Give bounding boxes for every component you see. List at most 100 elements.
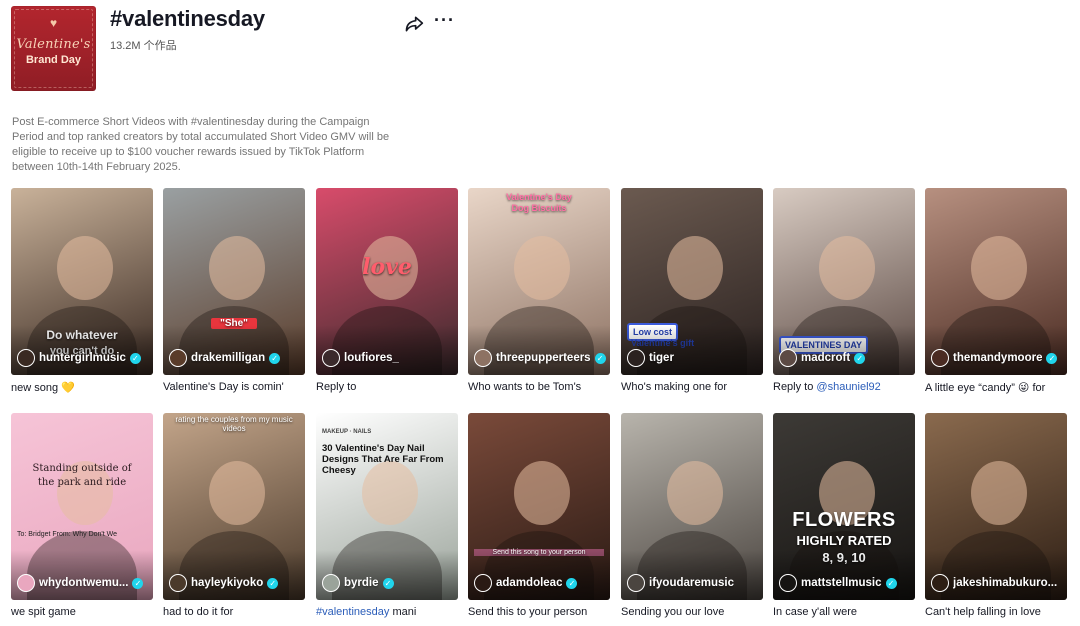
- creator-name[interactable]: tiger: [649, 352, 674, 364]
- creator-info[interactable]: huntergirlmusic ✓: [17, 349, 149, 367]
- video-thumbnail[interactable]: FLOWERSHIGHLY RATED8, 9, 10mattstellmusi…: [773, 413, 915, 600]
- creator-avatar[interactable]: [627, 574, 645, 592]
- share-icon[interactable]: [404, 14, 424, 34]
- video-caption[interactable]: Who wants to be Tom's: [468, 381, 610, 393]
- video-thumbnail[interactable]: jakeshimabukuro...: [925, 413, 1067, 600]
- creator-name[interactable]: whydontwemu...: [39, 577, 128, 589]
- video-thumbnail[interactable]: Standing outside of the park and ride To: …: [11, 413, 153, 600]
- creator-name[interactable]: drakemilligan: [191, 352, 265, 364]
- video-card[interactable]: Standing outside of the park and ride To: …: [11, 413, 153, 618]
- more-options-icon[interactable]: ···: [434, 10, 455, 31]
- video-caption[interactable]: Valentine's Day is comin': [163, 381, 305, 393]
- creator-name[interactable]: threepupperteers: [496, 352, 591, 364]
- video-caption[interactable]: Can't help falling in love: [925, 606, 1067, 618]
- person-figure: [819, 236, 875, 300]
- verified-badge-icon: ✓: [129, 352, 141, 364]
- creator-name[interactable]: jakeshimabukuro...: [953, 577, 1057, 589]
- creator-info[interactable]: themandymoore ✓: [931, 349, 1063, 367]
- video-caption[interactable]: #valentinesday mani: [316, 606, 458, 618]
- video-thumbnail[interactable]: love loufiores_: [316, 188, 458, 375]
- video-thumbnail[interactable]: Low costValentine's gifttiger: [621, 188, 763, 375]
- creator-avatar[interactable]: [322, 574, 340, 592]
- video-thumbnail[interactable]: 30 Valentine's Day Nail Designs That Are…: [316, 413, 458, 600]
- video-card[interactable]: rating the couples from my music videos h…: [163, 413, 305, 618]
- creator-avatar[interactable]: [931, 574, 949, 592]
- video-card[interactable]: love loufiores_ Reply to: [316, 188, 458, 393]
- video-card[interactable]: ifyoudaremusic Sending you our love: [621, 413, 763, 618]
- page-title: #valentinesday: [110, 6, 265, 31]
- creator-avatar[interactable]: [169, 349, 187, 367]
- video-thumbnail[interactable]: "She" drakemilligan ✓: [163, 188, 305, 375]
- verified-badge-icon: ✓: [382, 577, 394, 589]
- video-caption[interactable]: had to do it for: [163, 606, 305, 618]
- creator-name[interactable]: loufiores_: [344, 352, 399, 364]
- video-thumbnail[interactable]: rating the couples from my music videos h…: [163, 413, 305, 600]
- creator-info[interactable]: ifyoudaremusic: [627, 574, 759, 592]
- caption-mention-link[interactable]: @shauniel92: [813, 381, 880, 393]
- creator-name[interactable]: madcroft: [801, 352, 850, 364]
- hashtag-description: Post E-commerce Short Videos with #valen…: [12, 116, 390, 173]
- heart-icon: ♥: [49, 16, 58, 30]
- video-card[interactable]: jakeshimabukuro... Can't help falling in …: [925, 413, 1067, 618]
- creator-info[interactable]: hayleykiyoko ✓: [169, 574, 301, 592]
- video-card[interactable]: Low costValentine's gifttiger Who's makin…: [621, 188, 763, 393]
- video-caption[interactable]: Sending you our love: [621, 606, 763, 618]
- creator-avatar[interactable]: [17, 574, 35, 592]
- video-card[interactable]: Valentine's Day Dog Biscuits threepupperte…: [468, 188, 610, 393]
- creator-avatar[interactable]: [779, 574, 797, 592]
- creator-name[interactable]: huntergirlmusic: [39, 352, 126, 364]
- creator-info[interactable]: drakemilligan ✓: [169, 349, 301, 367]
- video-overlay-text: rating the couples from my music videos: [175, 415, 293, 433]
- creator-info[interactable]: whydontwemu... ✓: [17, 574, 149, 592]
- video-caption[interactable]: A little eye “candy” 😜 for: [925, 381, 1067, 394]
- creator-avatar[interactable]: [17, 349, 35, 367]
- video-card[interactable]: themandymoore ✓ A little eye “candy” 😜 for: [925, 188, 1067, 394]
- creator-name[interactable]: mattstellmusic: [801, 577, 882, 589]
- video-caption[interactable]: we spit game: [11, 606, 153, 618]
- video-card[interactable]: 30 Valentine's Day Nail Designs That Are…: [316, 413, 458, 618]
- creator-info[interactable]: madcroft ✓: [779, 349, 911, 367]
- video-thumbnail[interactable]: themandymoore ✓: [925, 188, 1067, 375]
- creator-avatar[interactable]: [931, 349, 949, 367]
- video-card[interactable]: "She" drakemilligan ✓ Valentine's Day is co…: [163, 188, 305, 393]
- video-card[interactable]: VALENTINES DAYmadcroft✓ Reply to @shaunie…: [773, 188, 915, 393]
- creator-avatar[interactable]: [474, 349, 492, 367]
- creator-avatar[interactable]: [779, 349, 797, 367]
- creator-name[interactable]: adamdoleac: [496, 577, 562, 589]
- video-card[interactable]: Do whateveryou can't dohuntergirlmusic✓ n…: [11, 188, 153, 394]
- video-caption[interactable]: new song 💛: [11, 381, 153, 394]
- video-overlay-text: Valentine's Day: [506, 192, 572, 202]
- video-overlay-text: HIGHLY RATED: [796, 533, 892, 548]
- creator-info[interactable]: loufiores_: [322, 349, 454, 367]
- creator-name[interactable]: byrdie: [344, 577, 379, 589]
- video-overlay-text: the park and ride: [37, 477, 127, 488]
- video-card[interactable]: FLOWERSHIGHLY RATED8, 9, 10mattstellmusi…: [773, 413, 915, 618]
- video-thumbnail[interactable]: Send this song to your personadamdoleac✓: [468, 413, 610, 600]
- creator-info[interactable]: tiger: [627, 349, 759, 367]
- creator-info[interactable]: adamdoleac ✓: [474, 574, 606, 592]
- creator-avatar[interactable]: [627, 349, 645, 367]
- creator-avatar[interactable]: [474, 574, 492, 592]
- creator-avatar[interactable]: [169, 574, 187, 592]
- creator-name[interactable]: ifyoudaremusic: [649, 577, 734, 589]
- video-thumbnail[interactable]: VALENTINES DAYmadcroft✓: [773, 188, 915, 375]
- creator-info[interactable]: byrdie ✓: [322, 574, 454, 592]
- creator-name[interactable]: hayleykiyoko: [191, 577, 263, 589]
- creator-info[interactable]: mattstellmusic ✓: [779, 574, 911, 592]
- caption-hashtag-link[interactable]: #valentinesday: [316, 606, 389, 618]
- creator-info[interactable]: jakeshimabukuro...: [931, 574, 1063, 592]
- person-figure: [514, 236, 570, 300]
- video-thumbnail[interactable]: Valentine's Day Dog Biscuits threepupperte…: [468, 188, 610, 375]
- video-caption[interactable]: Reply to: [316, 381, 458, 393]
- video-thumbnail[interactable]: Do whateveryou can't dohuntergirlmusic✓: [11, 188, 153, 375]
- video-card[interactable]: Send this song to your personadamdoleac✓…: [468, 413, 610, 618]
- video-caption[interactable]: In case y'all were: [773, 606, 915, 618]
- video-thumbnail[interactable]: ifyoudaremusic: [621, 413, 763, 600]
- video-caption[interactable]: Who's making one for: [621, 381, 763, 393]
- creator-info[interactable]: threepupperteers ✓: [474, 349, 606, 367]
- video-caption[interactable]: Send this to your person: [468, 606, 610, 618]
- creator-name[interactable]: themandymoore: [953, 352, 1042, 364]
- creator-avatar[interactable]: [322, 349, 340, 367]
- person-figure: [667, 236, 723, 300]
- video-caption[interactable]: Reply to @shauniel92: [773, 381, 915, 393]
